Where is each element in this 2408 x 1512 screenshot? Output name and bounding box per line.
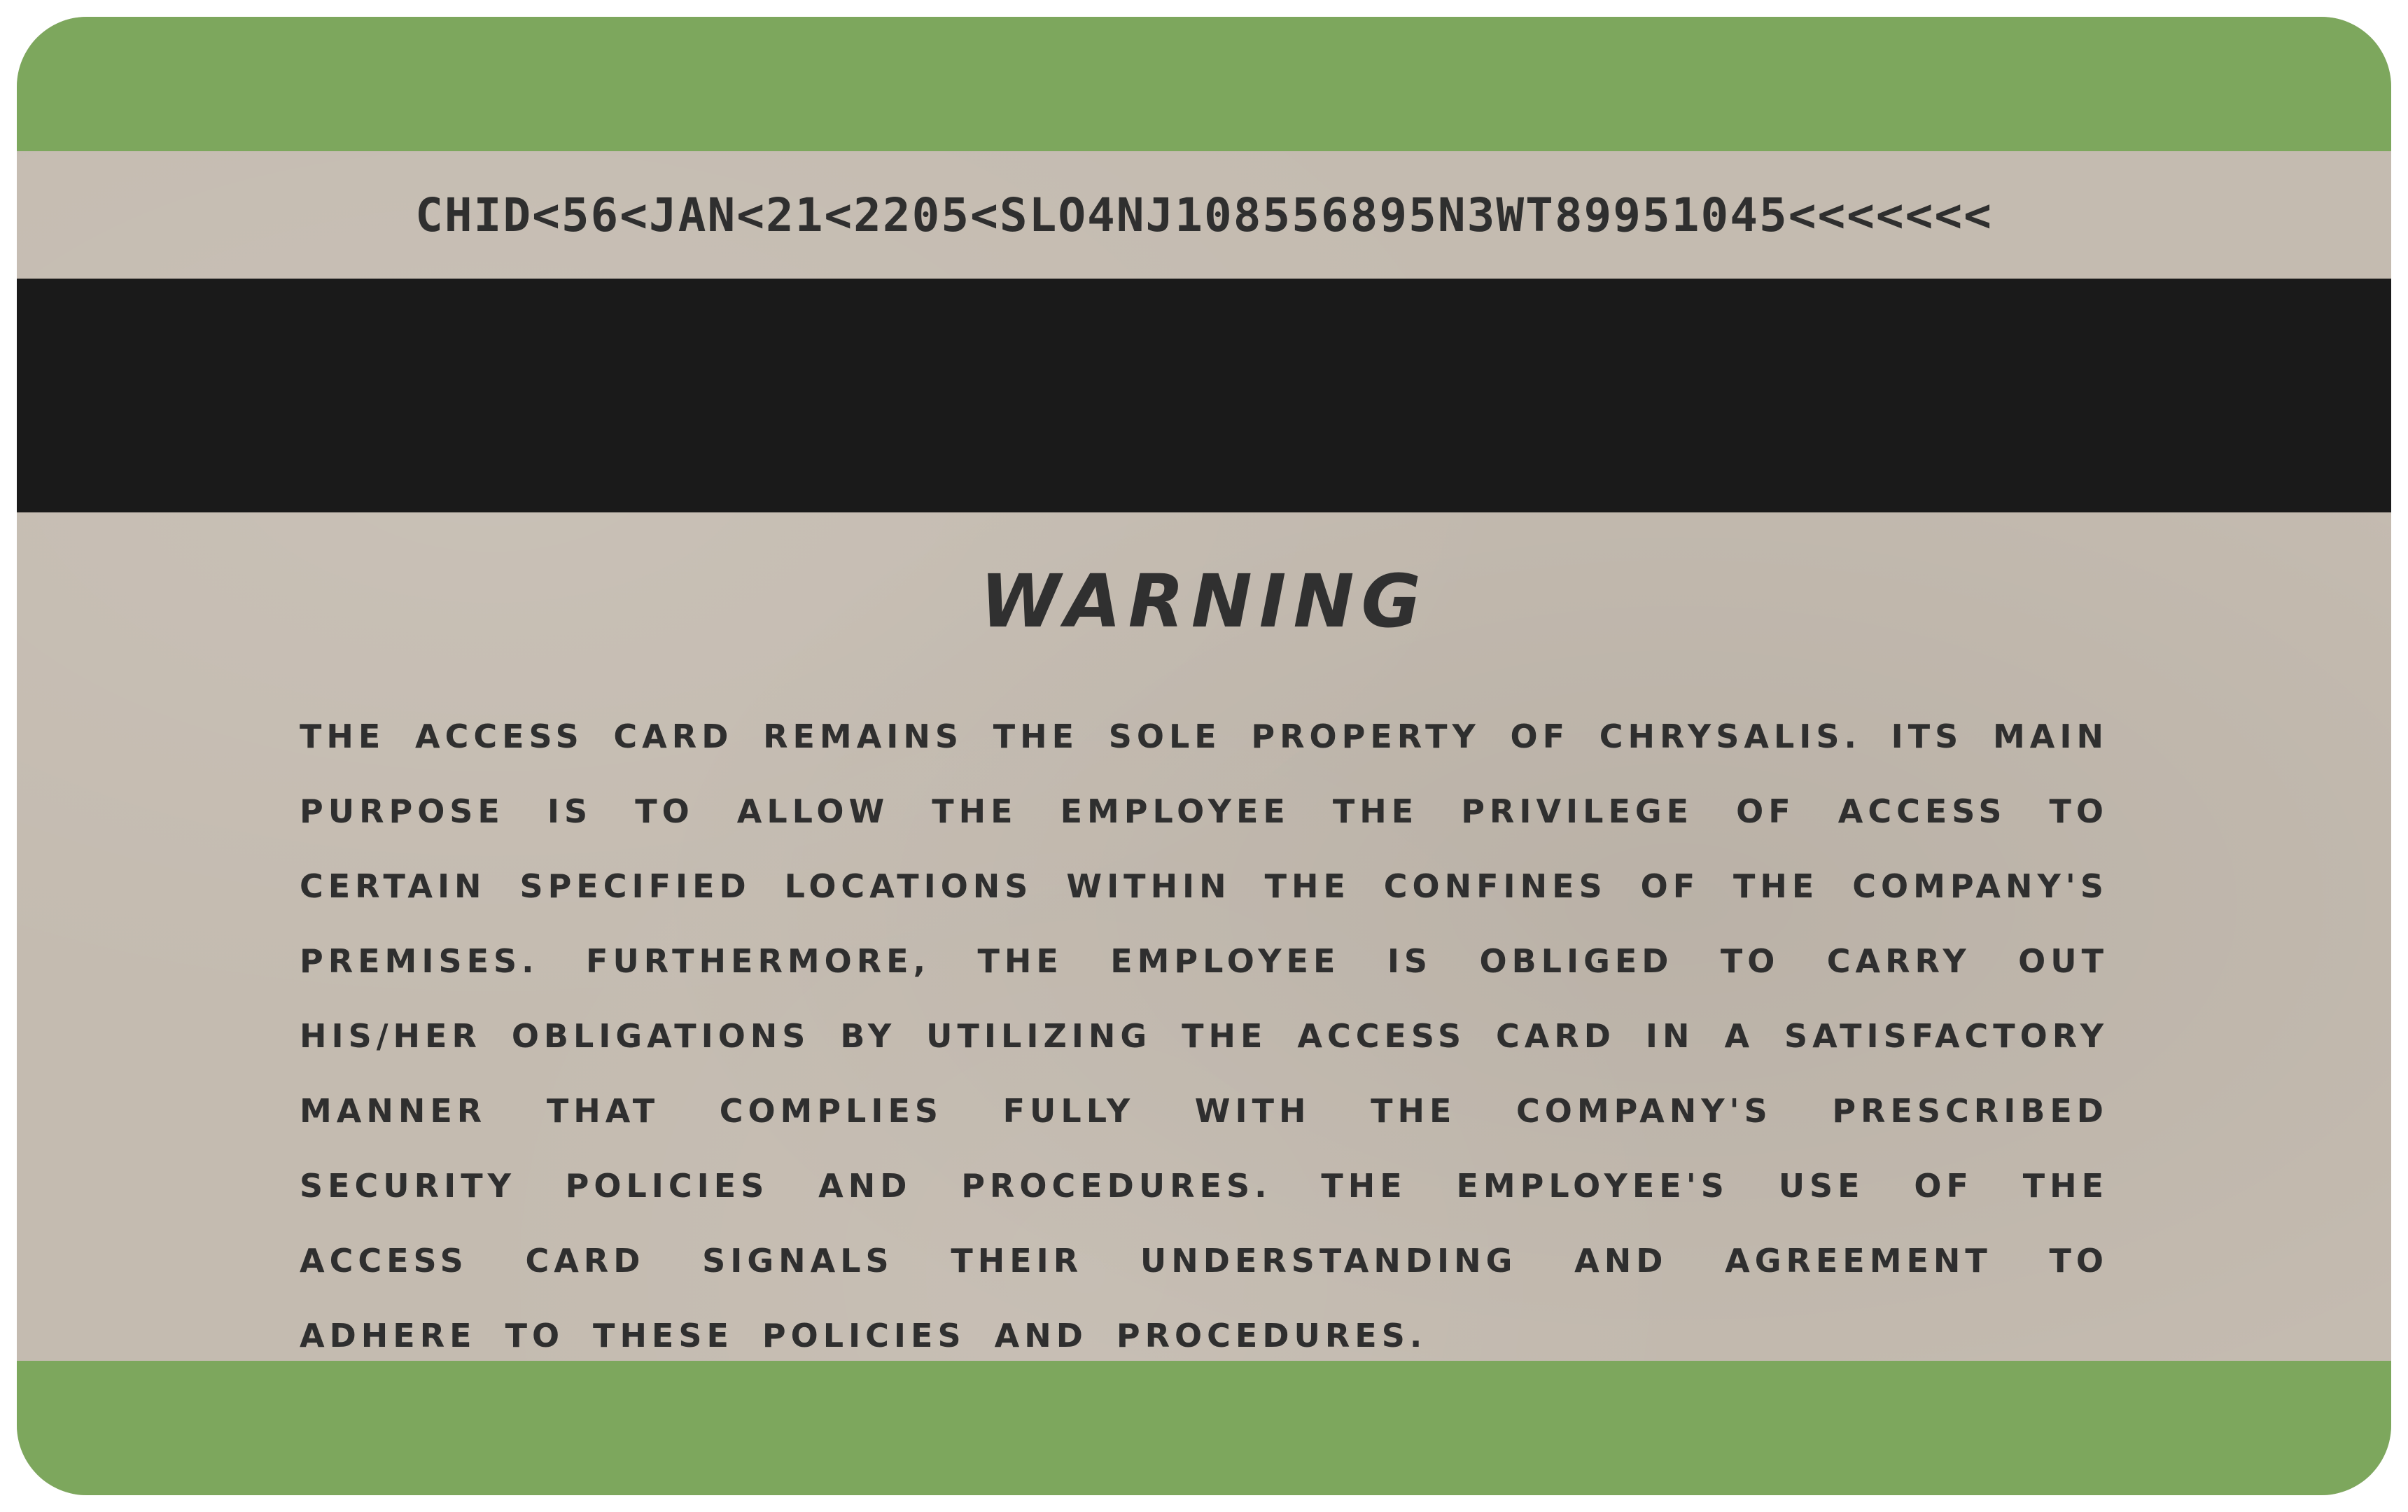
- machine-readable-zone: CHID<56<JAN<21<2205<SLO4NJ108556895N3WT8…: [415, 188, 1993, 242]
- warning-heading: WARNING: [980, 559, 1428, 644]
- warning-paragraph: The access card remains the sole propert…: [300, 718, 2108, 1354]
- magnetic-stripe: [17, 279, 2391, 512]
- bottom-green-band: [17, 1361, 2391, 1495]
- top-green-band: [17, 17, 2391, 151]
- access-card-back: CHID<56<JAN<21<2205<SLO4NJ108556895N3WT8…: [17, 17, 2391, 1495]
